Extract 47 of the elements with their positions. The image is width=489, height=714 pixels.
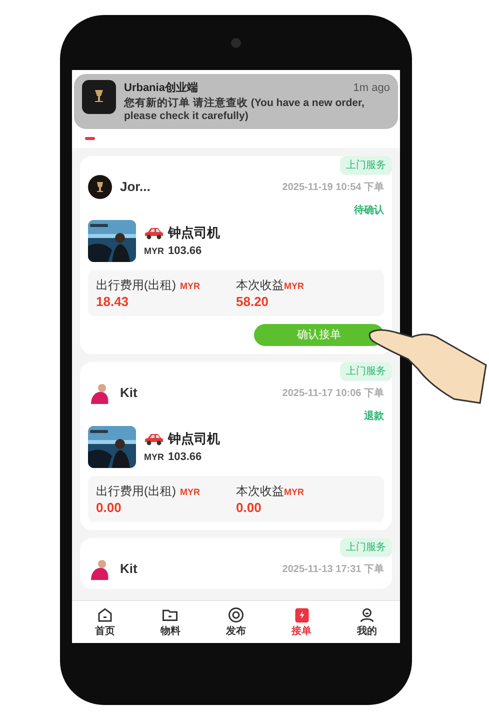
nav-tab[interactable]: 我的 xyxy=(334,601,400,643)
order-status: 待确认 xyxy=(354,204,384,218)
nav-tab[interactable]: 首页 xyxy=(72,601,138,643)
service-title: 钟点司机 xyxy=(168,430,220,448)
app-name: Urbania创业端 xyxy=(124,80,198,96)
nav-tab[interactable]: 接单 xyxy=(268,601,334,643)
home-icon xyxy=(96,606,114,624)
order-time: 2025-11-17 10:06 下单 xyxy=(282,386,384,400)
order-time: 2025-11-13 17:31 下单 xyxy=(282,562,384,576)
service-tag: 上门服务 xyxy=(340,362,392,381)
price-currency: MYR xyxy=(144,244,164,258)
app-icon xyxy=(82,80,116,114)
camera-icon xyxy=(230,37,242,49)
customer-name: Jor... xyxy=(120,178,150,196)
fee-currency: MYR xyxy=(180,486,200,499)
nav-tab[interactable]: 发布 xyxy=(203,601,269,643)
fee-label: 出行费用(出租) xyxy=(96,277,176,294)
order-time: 2025-11-19 10:54 下单 xyxy=(282,180,384,194)
customer-name: Kit xyxy=(120,560,138,578)
fee-amount: 18.43 xyxy=(96,294,130,310)
user-icon xyxy=(358,606,376,624)
tab-indicator xyxy=(85,137,95,140)
income-amount: 58.20 xyxy=(236,294,270,310)
price: 103.66 xyxy=(168,244,202,258)
notification-time: 1m ago xyxy=(353,81,390,96)
service-tag: 上门服务 xyxy=(340,156,392,175)
notification-message: 您有新的订单 请注意查收 (You have a new order, please check it carefully) xyxy=(124,96,366,122)
price: 103.66 xyxy=(168,450,202,464)
order-status: 退款 xyxy=(364,410,384,424)
car-icon xyxy=(144,226,164,240)
target-icon xyxy=(226,606,245,624)
income-currency: MYR xyxy=(284,486,304,499)
income-label: 本次收益 xyxy=(236,483,284,500)
service-tag: 上门服务 xyxy=(340,538,392,557)
fee-currency: MYR xyxy=(180,280,200,293)
nav-tab[interactable]: 物料 xyxy=(138,601,204,643)
price-currency: MYR xyxy=(144,450,164,464)
car-icon xyxy=(144,432,164,446)
income-label: 本次收益 xyxy=(236,277,284,294)
service-title: 钟点司机 xyxy=(168,224,220,242)
income-currency: MYR xyxy=(284,280,304,293)
income-amount: 0.00 xyxy=(236,500,262,516)
fee-label: 出行费用(出租) xyxy=(96,483,176,500)
fee-amount: 0.00 xyxy=(96,500,122,516)
logo-avatar xyxy=(88,175,112,199)
bolt-icon xyxy=(292,606,311,624)
customer-name: Kit xyxy=(120,384,138,402)
